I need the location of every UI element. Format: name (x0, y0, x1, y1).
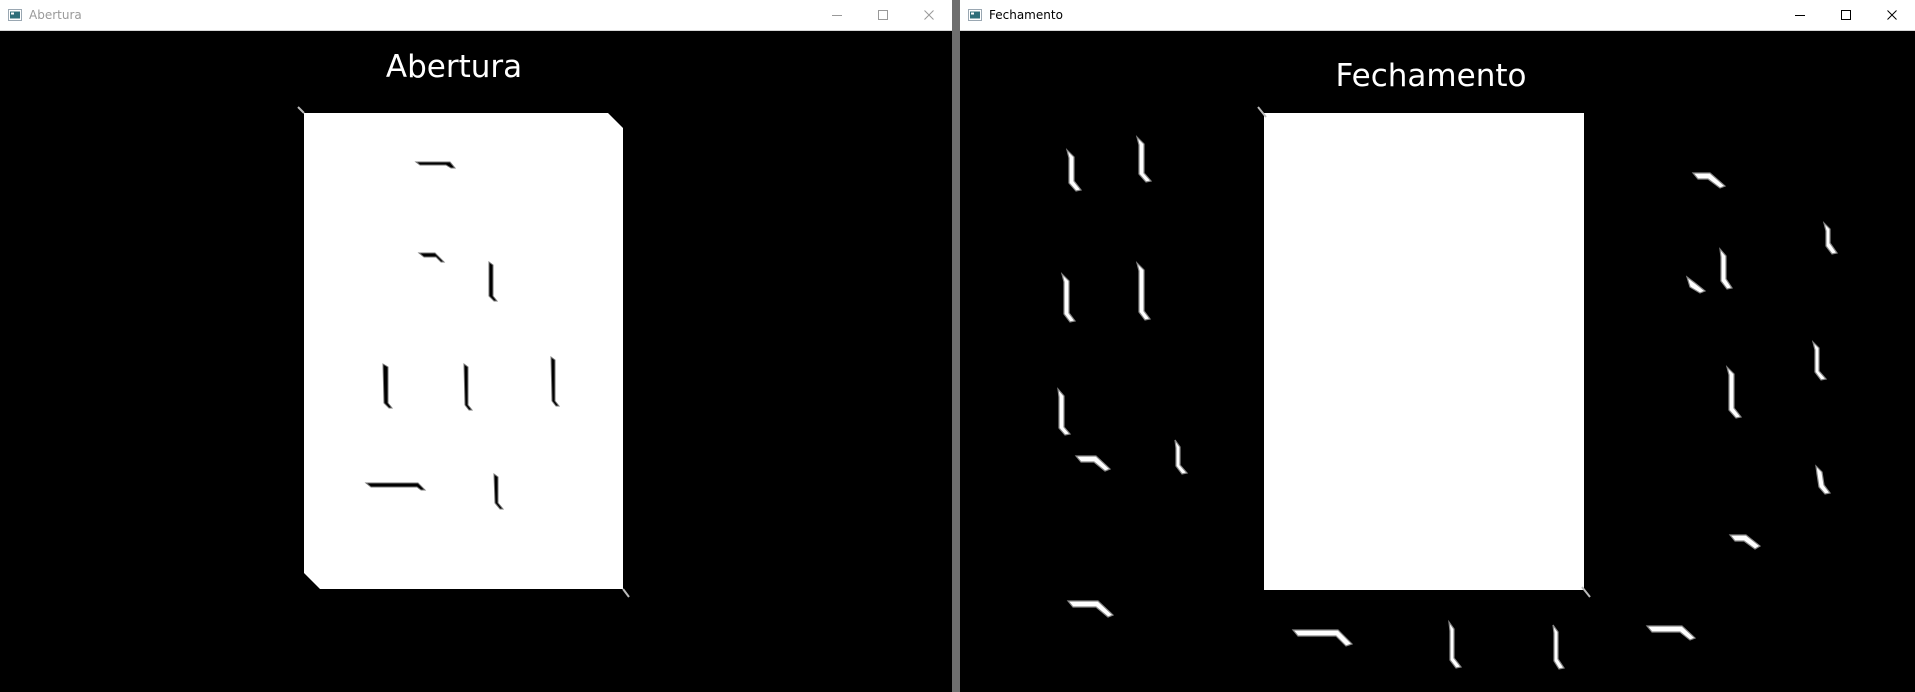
maximize-button[interactable] (1823, 0, 1869, 30)
close-button[interactable] (906, 0, 952, 30)
abertura-image: Abertura (297, 49, 630, 598)
image-title: Abertura (386, 49, 522, 85)
window-title: Abertura (29, 8, 82, 22)
titlebar[interactable]: Abertura (0, 0, 952, 31)
app-window-icon (968, 9, 982, 21)
minimize-button[interactable] (814, 0, 860, 30)
minimize-icon (832, 15, 842, 16)
app-window-icon (8, 9, 22, 21)
minimize-button[interactable] (1777, 0, 1823, 30)
close-button[interactable] (1869, 0, 1915, 30)
window-abertura: Abertura Abertura (0, 0, 952, 692)
titlebar[interactable]: Fechamento (960, 0, 1915, 31)
window-fechamento: Fechamento Fechamento (960, 0, 1915, 692)
image-canvas: Fechamento (960, 31, 1915, 692)
window-title: Fechamento (989, 8, 1063, 22)
white-rectangle (304, 113, 623, 589)
image-title: Fechamento (1336, 58, 1527, 94)
close-icon (924, 10, 934, 20)
maximize-button[interactable] (860, 0, 906, 30)
close-icon (1887, 10, 1897, 20)
image-canvas: Abertura (0, 31, 952, 692)
fechamento-image: Fechamento (1057, 58, 1839, 670)
maximize-icon (1841, 10, 1851, 20)
minimize-icon (1795, 15, 1805, 16)
maximize-icon (878, 10, 888, 20)
white-rectangle (1264, 113, 1584, 590)
